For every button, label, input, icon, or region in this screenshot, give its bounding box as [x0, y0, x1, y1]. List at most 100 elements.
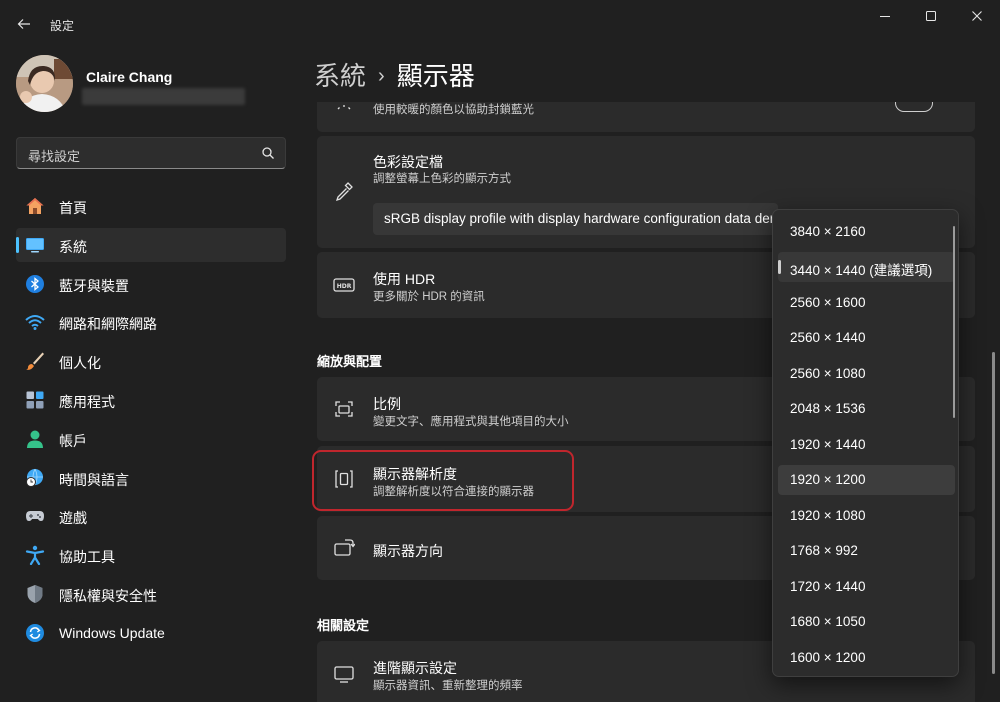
sidebar-item-label: 隱私權與安全性	[59, 587, 157, 604]
night-light-subtitle: 使用較暖的顏色以協助封鎖藍光	[373, 104, 534, 116]
resolution-highlight-box	[312, 450, 574, 511]
resolution-option[interactable]: 1920 × 1080	[778, 501, 955, 531]
color-profile-value: sRGB display profile with display hardwa…	[384, 211, 778, 226]
close-button[interactable]	[954, 0, 1000, 32]
user-email-redacted	[82, 88, 245, 105]
resolution-option-label: 1920 × 1440	[790, 437, 866, 452]
hdr-icon: HDR	[333, 278, 355, 292]
resolution-dropdown[interactable]: 3840 × 2160 3440 × 1440 (建議選項) 2560 × 16…	[772, 209, 959, 677]
resolution-option-label: 2560 × 1600	[790, 295, 866, 310]
app-title: 設定	[50, 19, 75, 33]
resolution-option-label: 1768 × 992	[790, 543, 858, 558]
resolution-option-label: 1720 × 1440	[790, 579, 866, 594]
section-title-scale-layout: 縮放與配置	[317, 354, 383, 369]
sidebar-item-label: 網路和網際網路	[59, 316, 157, 333]
resolution-option[interactable]: 2048 × 1536	[778, 394, 955, 424]
resolution-option-label: 1920 × 1200	[790, 472, 866, 487]
home-icon	[26, 198, 44, 214]
sidebar-item-label: 遊戲	[59, 510, 87, 527]
resolution-option[interactable]: 3840 × 2160	[778, 217, 955, 247]
shield-icon	[27, 584, 43, 603]
user-name: Claire Chang	[86, 69, 173, 85]
sidebar-item-label: 協助工具	[59, 549, 115, 566]
hdr-title: 使用 HDR	[373, 271, 436, 287]
accessibility-icon	[25, 545, 45, 566]
page-scrollbar[interactable]	[992, 352, 995, 674]
resolution-option-hovered[interactable]: 1920 × 1200	[778, 465, 955, 495]
dropdown-scrollbar[interactable]	[953, 226, 955, 418]
hdr-subtitle[interactable]: 更多關於 HDR 的資訊	[373, 288, 485, 304]
color-profile-subtitle: 調整螢幕上色彩的顯示方式	[373, 173, 511, 185]
resolution-option-label: 1920 × 1080	[790, 508, 866, 523]
color-profile-title: 色彩設定檔	[373, 154, 443, 170]
apps-icon	[26, 391, 44, 409]
account-icon	[27, 430, 43, 448]
minimize-icon	[880, 16, 890, 17]
scale-title: 比例	[373, 396, 401, 412]
sidebar-item-gaming[interactable]: 遊戲	[16, 499, 286, 533]
resolution-option[interactable]: 2560 × 1600	[778, 288, 955, 318]
sidebar-item-network[interactable]: 網路和網際網路	[16, 305, 286, 339]
sidebar-item-label: 個人化	[59, 355, 101, 372]
wifi-icon	[25, 315, 45, 331]
search-icon	[262, 147, 274, 159]
maximize-icon	[926, 11, 936, 21]
sidebar-item-time-language[interactable]: 時間與語言	[16, 461, 286, 495]
resolution-option[interactable]: 1920 × 1440	[778, 430, 955, 460]
bluetooth-icon	[26, 274, 44, 293]
resolution-option-label: 1600 × 1200	[790, 650, 866, 665]
resolution-option-label: 3440 × 1440 (建議選項)	[790, 263, 933, 278]
back-button[interactable]	[10, 10, 38, 38]
sidebar-item-system[interactable]: 系統	[16, 227, 286, 262]
color-profile-select[interactable]: sRGB display profile with display hardwa…	[373, 203, 778, 235]
sidebar-item-home[interactable]: 首頁	[16, 189, 286, 223]
sidebar-nav: 首頁 系統 藍牙與裝置 網路和網際網路 個人化 應用程式 帳戶 時間與語言 遊戲…	[16, 189, 286, 655]
sidebar-item-windows-update[interactable]: Windows Update	[16, 616, 286, 650]
resolution-option-label: 2048 × 1536	[790, 401, 866, 416]
resolution-option-label: 2560 × 1440	[790, 330, 866, 345]
resolution-option[interactable]: 1720 × 1440	[778, 572, 955, 602]
search-input[interactable]: 尋找設定	[16, 137, 286, 169]
close-icon	[972, 11, 982, 21]
sidebar-item-label: 時間與語言	[59, 471, 129, 488]
advanced-display-subtitle: 顯示器資訊、重新整理的頻率	[373, 680, 523, 692]
resolution-option-selected[interactable]: 3440 × 1440 (建議選項)	[778, 252, 955, 282]
resolution-option[interactable]: 2560 × 1080	[778, 359, 955, 389]
avatar	[16, 55, 73, 112]
page-title: 顯示器	[396, 61, 475, 91]
section-title-related: 相關設定	[317, 618, 370, 633]
resolution-option[interactable]: 2560 × 1440	[778, 323, 955, 353]
sidebar-item-label: 首頁	[59, 200, 87, 216]
sidebar-item-personalization[interactable]: 個人化	[16, 344, 286, 378]
eyedropper-icon	[335, 182, 353, 202]
resolution-option-label: 2560 × 1080	[790, 366, 866, 381]
resolution-option[interactable]: 1768 × 992	[778, 536, 955, 566]
system-icon	[26, 237, 44, 253]
search-placeholder: 尋找設定	[28, 149, 81, 164]
scale-subtitle: 變更文字、應用程式與其他項目的大小	[373, 416, 569, 428]
sidebar-item-accounts[interactable]: 帳戶	[16, 422, 286, 456]
title-bar: 設定	[0, 0, 1000, 46]
minimize-button[interactable]	[862, 0, 908, 32]
orientation-title: 顯示器方向	[373, 543, 443, 559]
breadcrumb-separator: ›	[378, 65, 385, 87]
monitor-icon	[334, 666, 354, 683]
resolution-option[interactable]: 1680 × 1050	[778, 607, 955, 637]
sidebar-item-bluetooth[interactable]: 藍牙與裝置	[16, 267, 286, 301]
sidebar-item-label: 藍牙與裝置	[59, 277, 129, 294]
sidebar-item-privacy[interactable]: 隱私權與安全性	[16, 577, 286, 611]
maximize-button[interactable]	[908, 0, 954, 32]
sidebar-item-apps[interactable]: 應用程式	[16, 383, 286, 417]
sidebar-item-label: 應用程式	[59, 393, 115, 410]
resolution-option[interactable]: 1600 × 1200	[778, 643, 955, 673]
clock-globe-icon	[26, 468, 43, 487]
scale-icon	[335, 401, 353, 417]
resolution-option-label: 1680 × 1050	[790, 614, 866, 629]
breadcrumb: 系統 › 顯示器	[314, 56, 475, 93]
sidebar-item-accessibility[interactable]: 協助工具	[16, 538, 286, 572]
sidebar-item-label: Windows Update	[59, 624, 165, 641]
resolution-option-label: 3840 × 2160	[790, 224, 866, 239]
breadcrumb-parent[interactable]: 系統	[314, 61, 366, 91]
update-icon	[26, 623, 44, 642]
advanced-display-title: 進階顯示設定	[373, 660, 457, 676]
